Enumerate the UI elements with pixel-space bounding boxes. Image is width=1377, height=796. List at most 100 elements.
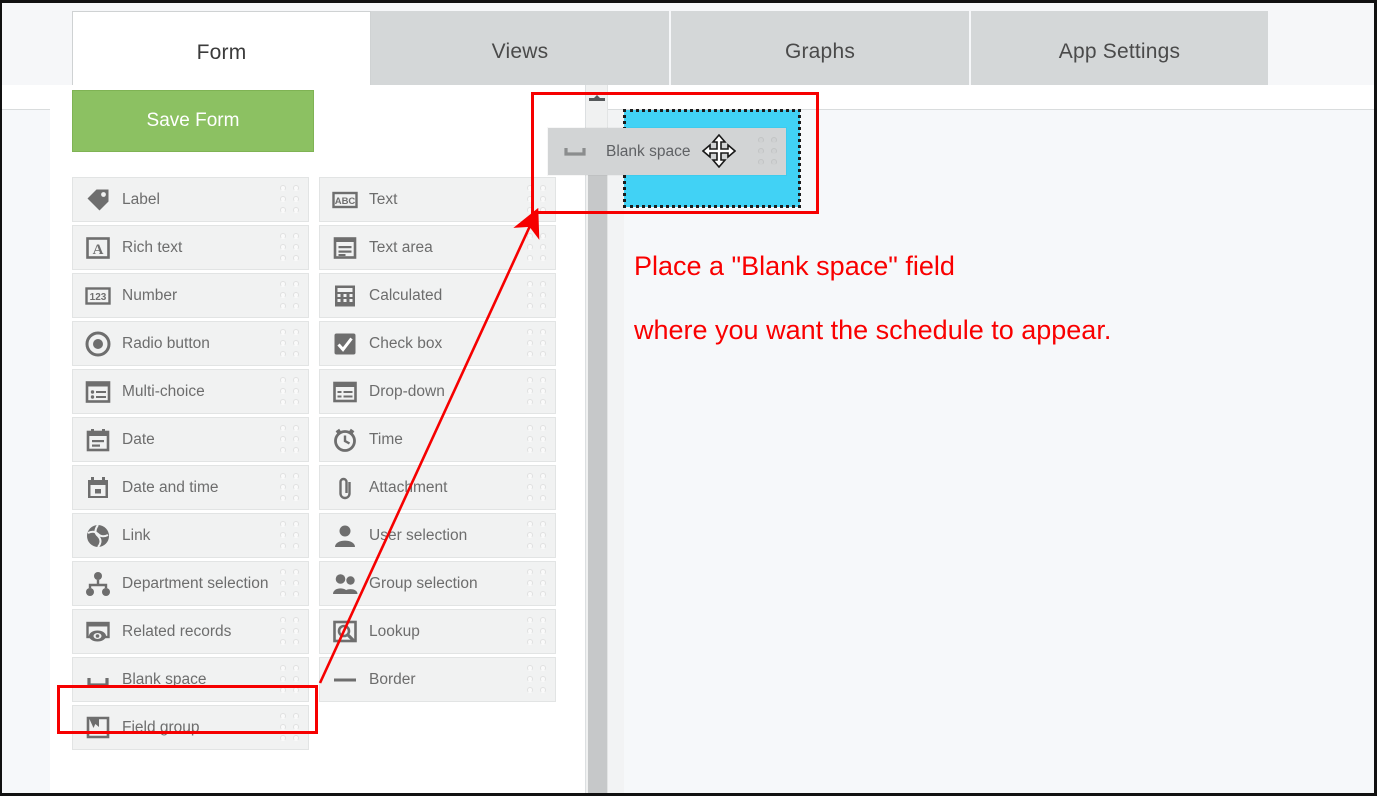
field-type-columns: Label A Rich text 123 Number Radio button Mult…	[72, 177, 566, 750]
users-group-icon	[330, 569, 360, 599]
field-item-drop-down[interactable]: Drop-down	[319, 369, 556, 414]
move-4way-cursor-icon	[701, 133, 737, 169]
field-column-right: ABC Text Text area Calculated Check box Drop-…	[319, 177, 556, 750]
field-item-link[interactable]: Link	[72, 513, 309, 558]
field-item-department-selection[interactable]: Department selection	[72, 561, 309, 606]
drag-handle-icon[interactable]	[527, 232, 549, 263]
drag-handle-icon[interactable]	[280, 376, 302, 407]
field-palette: Save Form Label A Rich text 123 Number Radio …	[50, 85, 586, 793]
field-item-group-selection[interactable]: Group selection	[319, 561, 556, 606]
field-item-field-group[interactable]: Field group	[72, 705, 309, 750]
field-item-label: Label	[122, 190, 160, 208]
drag-handle-icon[interactable]	[527, 664, 549, 695]
field-item-user-selection[interactable]: User selection	[319, 513, 556, 558]
drag-handle-icon[interactable]	[527, 280, 549, 311]
drag-handle-icon[interactable]	[527, 472, 549, 503]
field-item-blank-space[interactable]: Blank space	[72, 657, 309, 702]
org-chart-icon	[83, 569, 113, 599]
calendar-clock-icon	[83, 473, 113, 503]
calculator-icon	[330, 281, 360, 311]
drag-handle-icon[interactable]	[280, 424, 302, 455]
drag-handle-icon[interactable]	[280, 184, 302, 215]
field-item-label: User selection	[369, 526, 468, 544]
field-group-icon	[83, 713, 113, 743]
tab-views-label: Views	[491, 40, 549, 63]
save-form-button[interactable]: Save Form	[72, 90, 314, 152]
drag-handle-icon[interactable]	[280, 328, 302, 359]
field-item-label: Radio button	[122, 334, 210, 352]
alarm-clock-icon	[330, 425, 360, 455]
horizontal-rule-icon	[330, 665, 360, 695]
drag-handle-icon[interactable]	[758, 136, 780, 167]
drag-handle-icon[interactable]	[280, 472, 302, 503]
tab-app-settings-label: App Settings	[1058, 40, 1181, 63]
field-item-label: Check box	[369, 334, 443, 352]
panel-scrollbar-thumb[interactable]	[588, 153, 607, 793]
field-item-date[interactable]: Date	[72, 417, 309, 462]
field-item-text[interactable]: ABC Text	[319, 177, 556, 222]
field-item-time[interactable]: Time	[319, 417, 556, 462]
drag-handle-icon[interactable]	[527, 328, 549, 359]
drag-handle-icon[interactable]	[527, 520, 549, 551]
dragged-field-ghost[interactable]: Blank space	[548, 128, 786, 175]
field-item-related-records[interactable]: Related records	[72, 609, 309, 654]
drag-handle-icon[interactable]	[280, 712, 302, 743]
field-item-label[interactable]: Label	[72, 177, 309, 222]
field-item-lookup[interactable]: Lookup	[319, 609, 556, 654]
field-item-attachment[interactable]: Attachment	[319, 465, 556, 510]
tab-form[interactable]: Form	[72, 11, 371, 93]
drag-handle-icon[interactable]	[527, 184, 549, 215]
field-item-label: Related records	[122, 622, 232, 640]
svg-text:ABC: ABC	[335, 196, 356, 207]
field-item-number[interactable]: 123 Number	[72, 273, 309, 318]
field-item-label: Group selection	[369, 574, 478, 592]
drag-handle-icon[interactable]	[280, 616, 302, 647]
drag-handle-icon[interactable]	[280, 664, 302, 695]
tab-graphs-label: Graphs	[784, 40, 856, 63]
annotation-text: Place a "Blank space" field where you wa…	[634, 234, 1334, 362]
drop-down-icon	[330, 377, 360, 407]
blank-space-icon	[83, 665, 113, 695]
radio-button-icon	[83, 329, 113, 359]
field-column-left: Label A Rich text 123 Number Radio button Mult…	[72, 177, 309, 750]
drag-handle-icon[interactable]	[527, 568, 549, 599]
field-item-check-box[interactable]: Check box	[319, 321, 556, 366]
tab-app-settings[interactable]: App Settings	[971, 11, 1270, 93]
field-item-label: Date	[122, 430, 155, 448]
drag-handle-icon[interactable]	[527, 616, 549, 647]
field-item-radio-button[interactable]: Radio button	[72, 321, 309, 366]
field-item-rich-text[interactable]: A Rich text	[72, 225, 309, 270]
field-item-label: Multi-choice	[122, 382, 205, 400]
drag-handle-icon[interactable]	[527, 424, 549, 455]
field-item-label: Text	[369, 190, 398, 208]
field-item-label: Date and time	[122, 478, 219, 496]
related-records-icon	[83, 617, 113, 647]
rich-text-icon: A	[83, 233, 113, 263]
magnifier-box-icon	[330, 617, 360, 647]
drag-handle-icon[interactable]	[280, 232, 302, 263]
field-item-label: Field group	[122, 718, 200, 736]
abc-icon: ABC	[330, 185, 360, 215]
form-canvas-gutter	[608, 110, 624, 793]
scroll-up-arrow-icon[interactable]	[587, 91, 607, 101]
drag-handle-icon[interactable]	[280, 520, 302, 551]
field-item-date-and-time[interactable]: Date and time	[72, 465, 309, 510]
field-item-label: Blank space	[122, 670, 207, 688]
field-item-label: Number	[122, 286, 178, 304]
field-item-multi-choice[interactable]: Multi-choice	[72, 369, 309, 414]
field-item-border[interactable]: Border	[319, 657, 556, 702]
field-item-calculated[interactable]: Calculated	[319, 273, 556, 318]
tag-icon	[83, 185, 113, 215]
field-item-text-area[interactable]: Text area	[319, 225, 556, 270]
drag-handle-icon[interactable]	[527, 376, 549, 407]
user-icon	[330, 521, 360, 551]
tab-views[interactable]: Views	[371, 11, 671, 93]
text-area-icon	[330, 233, 360, 263]
multi-choice-icon	[83, 377, 113, 407]
drag-handle-icon[interactable]	[280, 280, 302, 311]
globe-icon	[83, 521, 113, 551]
drag-handle-icon[interactable]	[280, 568, 302, 599]
svg-text:123: 123	[90, 292, 107, 303]
field-item-label: Border	[369, 670, 416, 688]
tab-graphs[interactable]: Graphs	[671, 11, 971, 93]
